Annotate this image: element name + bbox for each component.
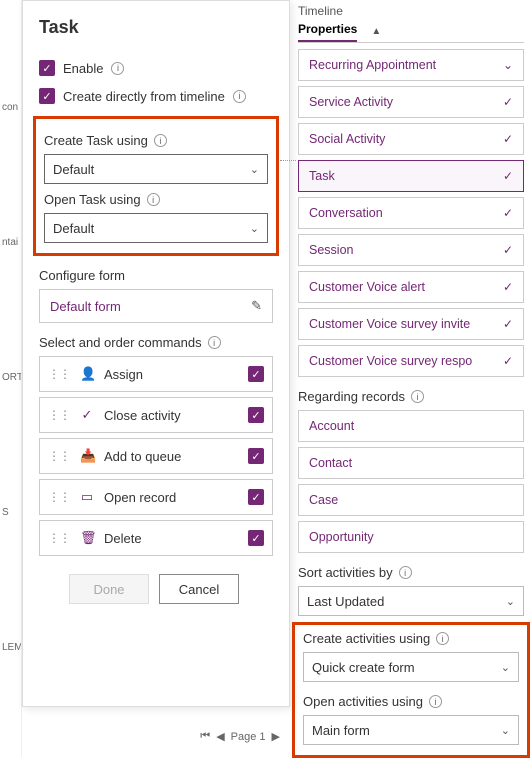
open-task-value: Default bbox=[53, 221, 94, 236]
select-commands-label: Select and order commands bbox=[39, 335, 202, 350]
chevron-down-icon: ⌄ bbox=[501, 661, 510, 674]
info-icon[interactable]: i bbox=[436, 632, 449, 645]
info-icon[interactable]: i bbox=[111, 62, 124, 75]
activity-social[interactable]: Social Activity✓ bbox=[298, 123, 524, 155]
create-activities-value: Quick create form bbox=[312, 660, 415, 675]
create-activities-select[interactable]: Quick create form ⌄ bbox=[303, 652, 519, 682]
cmd-open[interactable]: ⋮⋮ ▭ Open record ✓ bbox=[39, 479, 273, 515]
regarding-opportunity[interactable]: Opportunity bbox=[298, 521, 524, 553]
create-task-select[interactable]: Default ⌄ bbox=[44, 154, 268, 184]
pencil-icon[interactable]: ✎ bbox=[251, 298, 262, 314]
cmd-delete[interactable]: ⋮⋮ 🗑 Delete ✓ bbox=[39, 520, 273, 556]
regarding-case[interactable]: Case bbox=[298, 484, 524, 516]
activity-service[interactable]: Service Activity✓ bbox=[298, 86, 524, 118]
create-direct-label: Create directly from timeline bbox=[63, 89, 225, 104]
drag-icon[interactable]: ⋮⋮ bbox=[48, 367, 70, 381]
regarding-account[interactable]: Account bbox=[298, 410, 524, 442]
cmd-checkbox[interactable]: ✓ bbox=[248, 366, 264, 382]
cmd-checkbox[interactable]: ✓ bbox=[248, 530, 264, 546]
create-direct-checkbox[interactable]: ✓ bbox=[39, 88, 55, 104]
sort-value: Last Updated bbox=[307, 594, 384, 609]
left-gutter: conntaiORTSLEM bbox=[0, 0, 22, 757]
check-icon: ✓ bbox=[503, 354, 513, 368]
task-panel-wrap: Task ✓ Enable i ✓ Create directly from t… bbox=[22, 0, 290, 757]
check-icon: ✓ bbox=[503, 95, 513, 109]
tab-properties[interactable]: Properties bbox=[298, 22, 357, 42]
chevron-down-icon: ⌄ bbox=[250, 222, 259, 235]
activity-session[interactable]: Session✓ bbox=[298, 234, 524, 266]
cmd-assign[interactable]: ⋮⋮ 👤 Assign ✓ bbox=[39, 356, 273, 392]
connector-line bbox=[280, 160, 296, 161]
trash-icon: 🗑 bbox=[80, 530, 94, 546]
open-activities-label: Open activities using bbox=[303, 694, 423, 709]
highlight-box-left: Create Task using i Default ⌄ Open Task … bbox=[33, 116, 279, 256]
task-panel: Task ✓ Enable i ✓ Create directly from t… bbox=[22, 0, 290, 707]
enable-label: Enable bbox=[63, 61, 103, 76]
drag-icon[interactable]: ⋮⋮ bbox=[48, 490, 70, 504]
drag-icon[interactable]: ⋮⋮ bbox=[48, 449, 70, 463]
open-task-label: Open Task using bbox=[44, 192, 141, 207]
next-page-icon[interactable]: ▶ bbox=[272, 730, 280, 743]
info-icon[interactable]: i bbox=[208, 336, 221, 349]
info-icon[interactable]: i bbox=[411, 390, 424, 403]
pager-label: Page 1 bbox=[231, 731, 266, 743]
queue-icon: 📥 bbox=[80, 448, 94, 464]
check-icon: ✓ bbox=[503, 243, 513, 257]
prev-page-icon[interactable]: ◀ bbox=[216, 730, 224, 743]
sort-select[interactable]: Last Updated ⌄ bbox=[298, 586, 524, 616]
check-icon: ✓ bbox=[80, 407, 94, 423]
info-icon[interactable]: i bbox=[147, 193, 160, 206]
check-icon: ✓ bbox=[503, 132, 513, 146]
properties-pane: Timeline Properties ▲ Recurring Appointm… bbox=[290, 0, 532, 757]
check-icon: ✓ bbox=[503, 169, 513, 183]
cancel-button[interactable]: Cancel bbox=[159, 574, 239, 604]
open-icon: ▭ bbox=[80, 489, 94, 505]
activity-cvi[interactable]: Customer Voice survey invite✓ bbox=[298, 308, 524, 340]
collapse-icon[interactable]: ▲ bbox=[371, 22, 381, 42]
configure-form-label: Configure form bbox=[39, 268, 125, 283]
default-form-text: Default form bbox=[50, 299, 121, 314]
sort-label: Sort activities by bbox=[298, 565, 393, 580]
regarding-label: Regarding records bbox=[298, 389, 405, 404]
pager[interactable]: ⏮ ◀ Page 1 ▶ bbox=[200, 730, 280, 743]
activity-task[interactable]: Task✓ bbox=[298, 160, 524, 192]
activity-recurring[interactable]: Recurring Appointment⌄ bbox=[298, 49, 524, 81]
activity-cvr[interactable]: Customer Voice survey respo✓ bbox=[298, 345, 524, 377]
info-icon[interactable]: i bbox=[154, 134, 167, 147]
cmd-close[interactable]: ⋮⋮ ✓ Close activity ✓ bbox=[39, 397, 273, 433]
check-icon: ✓ bbox=[503, 206, 513, 220]
info-icon[interactable]: i bbox=[399, 566, 412, 579]
create-task-value: Default bbox=[53, 162, 94, 177]
tab-timeline[interactable]: Timeline bbox=[298, 4, 343, 18]
info-icon[interactable]: i bbox=[233, 90, 246, 103]
chevron-down-icon: ⌄ bbox=[503, 58, 513, 72]
check-icon: ✓ bbox=[503, 280, 513, 294]
chevron-down-icon: ⌄ bbox=[506, 595, 515, 608]
open-task-select[interactable]: Default ⌄ bbox=[44, 213, 268, 243]
chevron-down-icon: ⌄ bbox=[250, 163, 259, 176]
task-title: Task bbox=[39, 17, 273, 38]
cmd-checkbox[interactable]: ✓ bbox=[248, 489, 264, 505]
enable-checkbox[interactable]: ✓ bbox=[39, 60, 55, 76]
cmd-checkbox[interactable]: ✓ bbox=[248, 407, 264, 423]
drag-icon[interactable]: ⋮⋮ bbox=[48, 531, 70, 545]
cmd-queue[interactable]: ⋮⋮ 📥 Add to queue ✓ bbox=[39, 438, 273, 474]
person-icon: 👤 bbox=[80, 366, 94, 382]
activity-conversation[interactable]: Conversation✓ bbox=[298, 197, 524, 229]
regarding-contact[interactable]: Contact bbox=[298, 447, 524, 479]
default-form-row[interactable]: Default form ✎ bbox=[39, 289, 273, 323]
open-activities-value: Main form bbox=[312, 723, 370, 738]
drag-icon[interactable]: ⋮⋮ bbox=[48, 408, 70, 422]
first-page-icon[interactable]: ⏮ bbox=[200, 730, 210, 743]
create-task-label: Create Task using bbox=[44, 133, 148, 148]
activity-cva[interactable]: Customer Voice alert✓ bbox=[298, 271, 524, 303]
create-activities-label: Create activities using bbox=[303, 631, 430, 646]
cmd-checkbox[interactable]: ✓ bbox=[248, 448, 264, 464]
highlight-box-right: Create activities using i Quick create f… bbox=[292, 622, 530, 758]
chevron-down-icon: ⌄ bbox=[501, 724, 510, 737]
open-activities-select[interactable]: Main form ⌄ bbox=[303, 715, 519, 745]
done-button[interactable]: Done bbox=[69, 574, 149, 604]
check-icon: ✓ bbox=[503, 317, 513, 331]
info-icon[interactable]: i bbox=[429, 695, 442, 708]
